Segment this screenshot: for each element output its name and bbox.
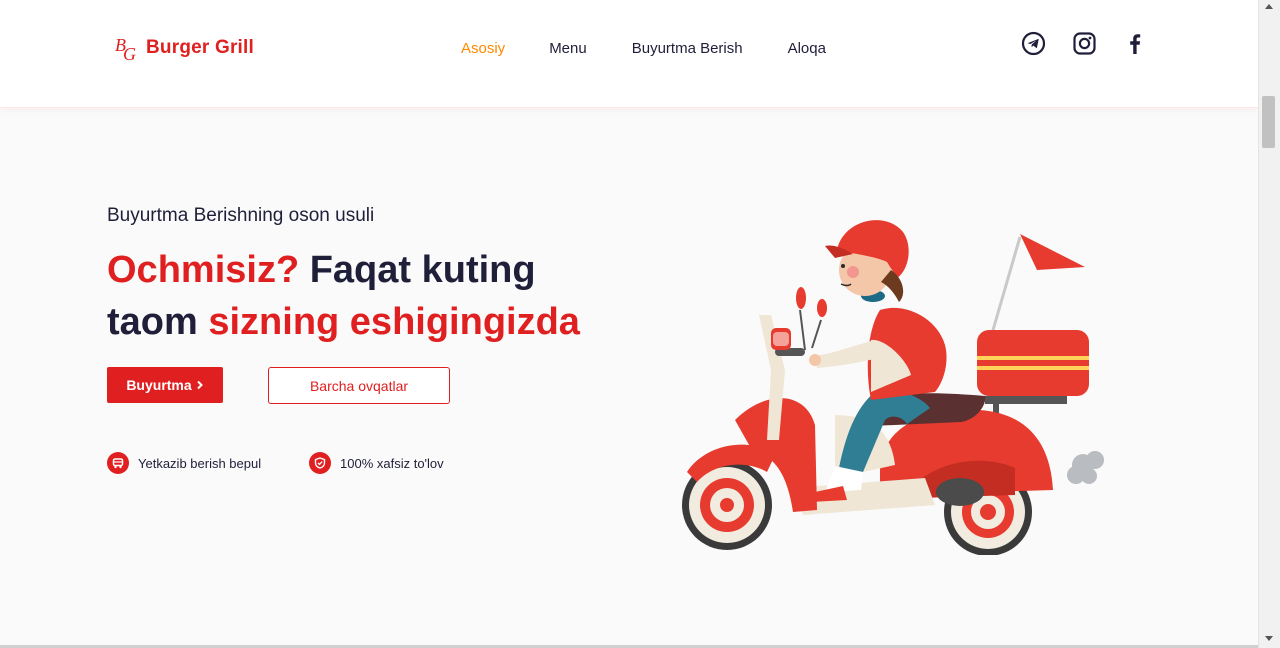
nav-item-aloqa[interactable]: Aloqa xyxy=(788,40,826,57)
page: B G Burger Grill Asosiy Menu Buyurtma Be… xyxy=(0,0,1280,648)
feature-safe-payment-label: 100% xafsiz to'lov xyxy=(340,455,444,471)
site-header: B G Burger Grill Asosiy Menu Buyurtma Be… xyxy=(0,0,1258,108)
feature-safe-payment: 100% xafsiz to'lov xyxy=(309,452,444,474)
headline-part-3: taom xyxy=(107,301,209,343)
main-nav: Asosiy Menu Buyurtma Berish Aloqa xyxy=(461,40,826,57)
order-button-label: Buyurtma xyxy=(126,377,192,393)
shield-check-icon xyxy=(309,452,331,474)
telegram-icon[interactable] xyxy=(1021,31,1046,56)
chevron-right-icon xyxy=(196,380,203,390)
delivery-scooter-illustration xyxy=(682,220,1104,555)
social-links xyxy=(1021,31,1148,56)
feature-free-delivery-label: Yetkazib berish bepul xyxy=(138,455,262,471)
all-foods-button[interactable]: Barcha ovqatlar xyxy=(268,367,450,404)
svg-text:G: G xyxy=(123,44,136,62)
feature-free-delivery: Yetkazib berish bepul xyxy=(107,452,261,474)
nav-item-buyurtma-berish[interactable]: Buyurtma Berish xyxy=(632,40,743,57)
facebook-icon[interactable] xyxy=(1123,31,1148,56)
scroll-up-icon[interactable] xyxy=(1265,4,1273,9)
brand-name: Burger Grill xyxy=(146,37,254,58)
page-scrollbar[interactable] xyxy=(1258,0,1280,648)
brand-logo-link[interactable]: B G Burger Grill xyxy=(114,34,254,62)
nav-item-asosiy[interactable]: Asosiy xyxy=(461,40,505,57)
hero-headline: Ochmisiz? Faqat kuting taom sizning eshi… xyxy=(107,244,667,348)
headline-part-2: Faqat kuting xyxy=(299,249,536,291)
headline-part-1: Ochmisiz? xyxy=(107,249,300,291)
headline-part-4: sizning eshigingizda xyxy=(208,301,580,343)
bg-monogram-icon: B G xyxy=(115,35,136,62)
scrollbar-thumb[interactable] xyxy=(1262,96,1275,148)
order-button[interactable]: Buyurtma xyxy=(107,367,223,403)
delivery-van-icon xyxy=(107,452,129,474)
instagram-icon[interactable] xyxy=(1072,31,1097,56)
nav-item-menu[interactable]: Menu xyxy=(549,40,587,57)
scroll-down-icon[interactable] xyxy=(1265,636,1273,641)
hero-kicker: Buyurtma Berishning oson usuli xyxy=(107,205,375,226)
